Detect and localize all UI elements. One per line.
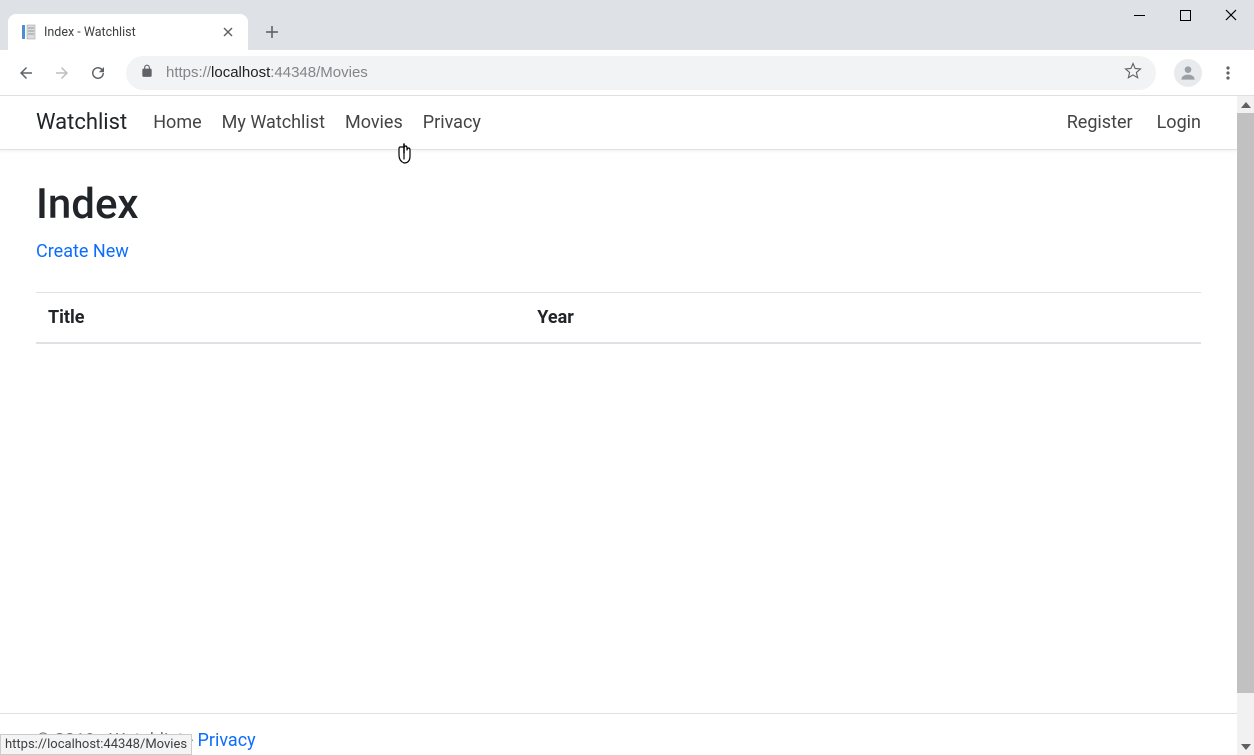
nav-link-login[interactable]: Login xyxy=(1157,112,1201,133)
url-text: https://localhost:44348/Movies xyxy=(166,64,1124,81)
reload-button[interactable] xyxy=(80,55,116,91)
window-close-button[interactable] xyxy=(1208,0,1254,30)
brand-logo[interactable]: Watchlist xyxy=(36,110,127,135)
table-header-row: Title Year xyxy=(36,293,1201,344)
nav-link-my-watchlist[interactable]: My Watchlist xyxy=(222,112,325,133)
browser-menu-button[interactable] xyxy=(1210,55,1246,91)
bookmark-star-icon[interactable] xyxy=(1124,62,1142,84)
nav-link-privacy[interactable]: Privacy xyxy=(423,112,481,133)
url-host: localhost xyxy=(211,64,270,81)
app-navbar: Watchlist Home My Watchlist Movies Priva… xyxy=(0,96,1237,150)
browser-titlebar: Index - Watchlist xyxy=(0,0,1254,50)
address-bar[interactable]: https://localhost:44348/Movies xyxy=(126,56,1156,90)
nav-link-register[interactable]: Register xyxy=(1067,112,1133,133)
vertical-scrollbar[interactable] xyxy=(1237,96,1254,755)
url-prefix: https:// xyxy=(166,64,211,81)
status-bar: https://localhost:44348/Movies xyxy=(0,734,192,755)
scrollbar-thumb[interactable] xyxy=(1237,113,1254,693)
table-header-title: Title xyxy=(36,293,525,344)
tab-favicon-icon xyxy=(20,24,36,40)
nav-link-home[interactable]: Home xyxy=(153,112,201,133)
scroll-up-icon[interactable] xyxy=(1237,96,1254,113)
browser-toolbar: https://localhost:44348/Movies xyxy=(0,50,1254,96)
page-heading: Index xyxy=(36,180,1201,229)
back-button[interactable] xyxy=(8,55,44,91)
profile-avatar-icon[interactable] xyxy=(1174,59,1202,87)
create-new-link[interactable]: Create New xyxy=(36,241,129,262)
tab-close-icon[interactable] xyxy=(220,24,236,40)
window-maximize-button[interactable] xyxy=(1162,0,1208,30)
page-content: Index Create New Title Year xyxy=(0,150,1237,713)
lock-icon xyxy=(140,64,154,82)
scrollbar-track[interactable] xyxy=(1237,693,1254,738)
tab-title: Index - Watchlist xyxy=(44,25,220,40)
table-header-year: Year xyxy=(525,293,1201,344)
window-minimize-button[interactable] xyxy=(1116,0,1162,30)
browser-tab[interactable]: Index - Watchlist xyxy=(8,14,248,50)
footer-privacy-link[interactable]: Privacy xyxy=(198,730,256,751)
nav-link-movies[interactable]: Movies xyxy=(345,112,403,133)
movies-table: Title Year xyxy=(36,292,1201,344)
url-path: :44348/Movies xyxy=(270,64,368,81)
forward-button[interactable] xyxy=(44,55,80,91)
new-tab-button[interactable] xyxy=(258,18,286,46)
scroll-down-icon[interactable] xyxy=(1237,738,1254,755)
